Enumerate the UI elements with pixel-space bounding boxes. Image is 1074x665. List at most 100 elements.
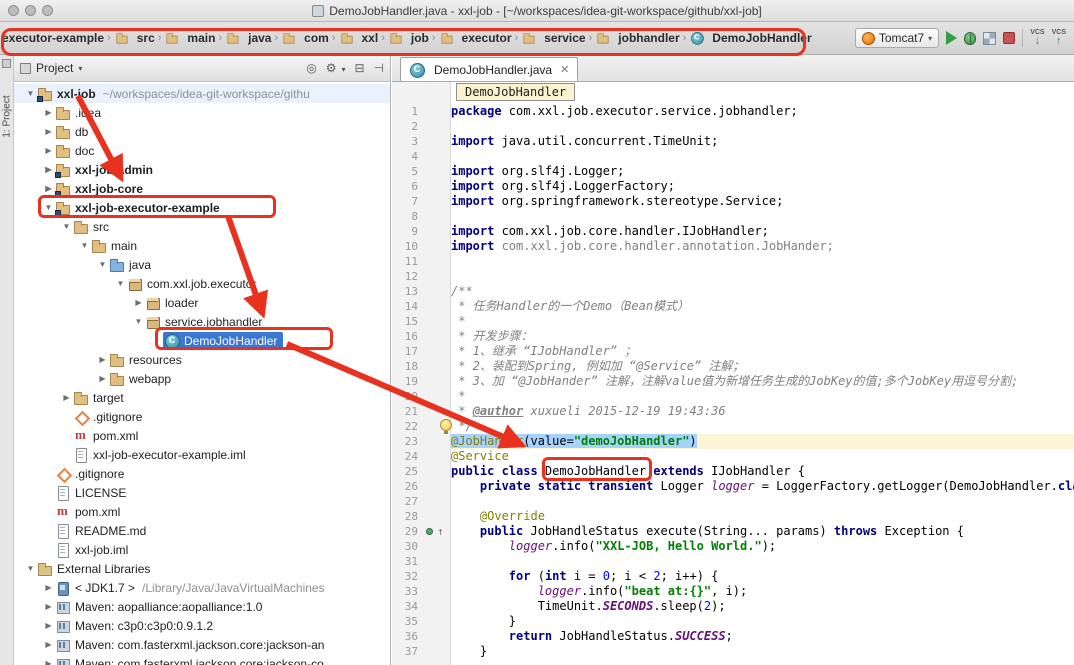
stop-button[interactable] [1003, 32, 1015, 44]
zoom-window-button[interactable] [42, 5, 53, 16]
nav-item-com[interactable]: com [281, 30, 329, 46]
tree-item-maven-com-fasterxml-jackson-core-jackson-an[interactable]: ▶Maven: com.fasterxml.jackson.core:jacks… [14, 635, 390, 654]
code-line-33[interactable]: 33 logger.info("beat at:{}", i); [392, 584, 1074, 599]
chevron-down-icon[interactable]: ▼ [60, 222, 73, 231]
code-line-11[interactable]: 11 [392, 254, 1074, 269]
line-number[interactable]: 30 [392, 539, 418, 554]
tree-item-maven-com-fasterxml-jackson-core-jackson-co[interactable]: ▶Maven: com.fasterxml.jackson.core:jacks… [14, 654, 390, 665]
code-line-10[interactable]: 10import com.xxl.job.core.handler.annota… [392, 239, 1074, 254]
line-number[interactable]: 36 [392, 629, 418, 644]
code-line-34[interactable]: 34 TimeUnit.SECONDS.sleep(2); [392, 599, 1074, 614]
tree-item-db[interactable]: ▶db [14, 122, 390, 141]
settings-gear-icon[interactable]: ⚙▾ [326, 61, 346, 75]
code-line-3[interactable]: 3import java.util.concurrent.TimeUnit; [392, 134, 1074, 149]
nav-item-java[interactable]: java [225, 30, 271, 46]
tree-item-pom-xml[interactable]: pom.xml [14, 426, 390, 445]
tree-item-xxl-job[interactable]: ▼xxl-job~/workspaces/idea-git-workspace/… [14, 84, 390, 103]
code-line-19[interactable]: 19 * 3、加 “@JobHander” 注解，注解value值为新增任务生成… [392, 374, 1074, 389]
nav-item-executor-example[interactable]: executor-example [2, 31, 104, 45]
chevron-right-icon[interactable]: ▶ [42, 165, 55, 174]
line-number[interactable]: 8 [392, 209, 418, 224]
line-number[interactable]: 11 [392, 254, 418, 269]
run-configuration-select[interactable]: Tomcat7 ▾ [855, 28, 939, 48]
tree-item-doc[interactable]: ▶doc [14, 141, 390, 160]
tree-item-xxl-job-core[interactable]: ▶xxl-job-core [14, 179, 390, 198]
code-line-23[interactable]: 23@JobHander(value="demoJobHandler") [392, 434, 1074, 449]
code-line-30[interactable]: 30 logger.info("XXL-JOB, Hello World."); [392, 539, 1074, 554]
line-number[interactable]: 37 [392, 644, 418, 659]
code-line-13[interactable]: 13/** [392, 284, 1074, 299]
tree-item-target[interactable]: ▶target [14, 388, 390, 407]
chevron-down-icon[interactable]: ▼ [24, 89, 37, 98]
line-number[interactable]: 10 [392, 239, 418, 254]
code-line-20[interactable]: 20 * [392, 389, 1074, 404]
code-line-16[interactable]: 16 * 开发步骤： [392, 329, 1074, 344]
chevron-right-icon[interactable]: ▶ [42, 184, 55, 193]
tool-window-icon[interactable] [2, 59, 11, 68]
code-line-6[interactable]: 6import org.slf4j.LoggerFactory; [392, 179, 1074, 194]
tree-item-maven-c3p0-c3p0-0-9-1-2[interactable]: ▶Maven: c3p0:c3p0:0.9.1.2 [14, 616, 390, 635]
line-number[interactable]: 32 [392, 569, 418, 584]
code-line-25[interactable]: 25public class DemoJobHandler extends IJ… [392, 464, 1074, 479]
tree-item-gitignore[interactable]: .gitignore [14, 407, 390, 426]
close-icon[interactable]: ✕ [560, 63, 569, 76]
tree-item-xxl-job-executor-example-iml[interactable]: xxl-job-executor-example.iml [14, 445, 390, 464]
chevron-right-icon[interactable]: ▶ [42, 659, 55, 665]
line-number[interactable]: 35 [392, 614, 418, 629]
code-line-21[interactable]: 21 * @author xuxueli 2015-12-19 19:43:36 [392, 404, 1074, 419]
chevron-right-icon[interactable]: ▶ [42, 640, 55, 649]
chevron-down-icon[interactable]: ▼ [42, 203, 55, 212]
chevron-right-icon[interactable]: ▶ [96, 374, 109, 383]
code-line-17[interactable]: 17 * 1、继承 “IJobHandler” ； [392, 344, 1074, 359]
line-number[interactable]: 3 [392, 134, 418, 149]
line-number[interactable]: 22 [392, 419, 418, 434]
code-line-31[interactable]: 31 [392, 554, 1074, 569]
tree-item-com-xxl-job-executor[interactable]: ▼com.xxl.job.executor [14, 274, 390, 293]
code-line-12[interactable]: 12 [392, 269, 1074, 284]
chevron-right-icon[interactable]: ▶ [42, 127, 55, 136]
code-line-14[interactable]: 14 * 任务Handler的一个Demo（Bean模式） [392, 299, 1074, 314]
tree-item-maven-aopalliance-aopalliance-1-0[interactable]: ▶Maven: aopalliance:aopalliance:1.0 [14, 597, 390, 616]
debug-button[interactable] [964, 32, 976, 45]
tree-item-gitignore[interactable]: .gitignore [14, 464, 390, 483]
chevron-down-icon[interactable]: ▾ [78, 64, 82, 73]
project-tool-button[interactable]: 1: Project [2, 82, 13, 152]
code-line-36[interactable]: 36 return JobHandleStatus.SUCCESS; [392, 629, 1074, 644]
line-number[interactable]: 5 [392, 164, 418, 179]
line-number[interactable]: 13 [392, 284, 418, 299]
nav-item-executor[interactable]: executor [439, 30, 512, 46]
vcs-commit-button[interactable]: VCS ↑ [1052, 29, 1066, 47]
vcs-update-button[interactable]: VCS ↓ [1030, 29, 1044, 47]
tree-item-external-libraries[interactable]: ▼External Libraries [14, 559, 390, 578]
line-number[interactable]: 26 [392, 479, 418, 494]
line-number[interactable]: 17 [392, 344, 418, 359]
override-marker-icon[interactable]: ↑ [437, 524, 444, 539]
tree-item-src[interactable]: ▼src [14, 217, 390, 236]
tree-item-webapp[interactable]: ▶webapp [14, 369, 390, 388]
tree-item-readme-md[interactable]: README.md [14, 521, 390, 540]
code-line-22[interactable]: 22 */ [392, 419, 1074, 434]
nav-item-service[interactable]: service [521, 30, 585, 46]
tree-item-main[interactable]: ▼main [14, 236, 390, 255]
breadcrumb-chip[interactable]: DemoJobHandler [456, 83, 575, 101]
chevron-right-icon[interactable]: ▶ [42, 602, 55, 611]
tree-item-xxl-job-executor-example[interactable]: ▼xxl-job-executor-example [14, 198, 390, 217]
tree-item-jdk1-7[interactable]: ▶< JDK1.7 >/Library/Java/JavaVirtualMach… [14, 578, 390, 597]
hide-panel-icon[interactable]: ⊣ [374, 61, 384, 75]
tree-item-idea[interactable]: ▶.idea [14, 103, 390, 122]
line-number[interactable]: 4 [392, 149, 418, 164]
line-number[interactable]: 20 [392, 389, 418, 404]
nav-item-src[interactable]: src [114, 30, 155, 46]
code-line-5[interactable]: 5import org.slf4j.Logger; [392, 164, 1074, 179]
chevron-down-icon[interactable]: ▼ [114, 279, 127, 288]
minimize-window-button[interactable] [25, 5, 36, 16]
tree-item-loader[interactable]: ▶loader [14, 293, 390, 312]
project-panel-title[interactable]: Project [36, 61, 73, 75]
code-line-32[interactable]: 32 for (int i = 0; i < 2; i++) { [392, 569, 1074, 584]
code-line-18[interactable]: 18 * 2、装配到Spring, 例如加 “@Service” 注解； [392, 359, 1074, 374]
chevron-right-icon[interactable]: ▶ [42, 108, 55, 117]
tree-item-service-jobhandler[interactable]: ▼service.jobhandler [14, 312, 390, 331]
nav-item-demojobhandler[interactable]: DemoJobHandler [689, 30, 811, 46]
code-line-2[interactable]: 2 [392, 119, 1074, 134]
code-line-28[interactable]: 28 @Override [392, 509, 1074, 524]
